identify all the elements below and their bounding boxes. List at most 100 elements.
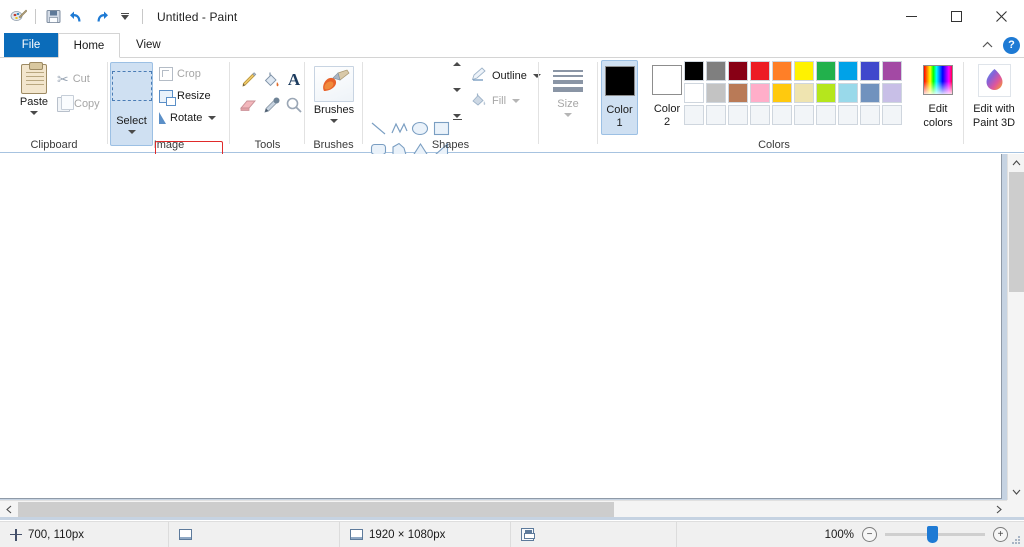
color-picker-tool-icon[interactable] — [259, 93, 283, 117]
palette-swatch-1-7[interactable] — [838, 83, 858, 103]
palette-swatch-1-4[interactable] — [772, 83, 792, 103]
palette-swatch-0-5[interactable] — [794, 61, 814, 81]
group-brushes: Brushes Brushes — [305, 58, 362, 153]
fill-button[interactable]: Fill — [469, 91, 522, 111]
vertical-scroll-thumb[interactable] — [1009, 172, 1024, 292]
palette-swatch-2-5[interactable] — [794, 105, 814, 125]
outline-button[interactable]: Outline — [469, 66, 543, 86]
palette-swatch-0-1[interactable] — [706, 61, 726, 81]
shape-rectangle[interactable] — [431, 118, 451, 138]
fill-with-color-tool-icon[interactable] — [259, 68, 283, 92]
palette-swatch-1-5[interactable] — [794, 83, 814, 103]
crop-button[interactable]: Crop — [157, 64, 203, 84]
close-button[interactable] — [979, 0, 1024, 33]
maximize-button[interactable] — [934, 0, 979, 33]
redo-icon[interactable] — [90, 6, 112, 28]
shapes-more-icon[interactable] — [452, 113, 462, 120]
rotate-button[interactable]: Rotate — [157, 108, 218, 128]
select-button[interactable]: Select — [110, 62, 153, 146]
brushes-button[interactable]: Brushes — [313, 66, 355, 123]
scroll-right-icon[interactable] — [990, 501, 1007, 518]
color-2-swatch[interactable] — [652, 65, 682, 95]
vertical-scrollbar[interactable] — [1007, 154, 1024, 500]
drawing-canvas[interactable] — [0, 154, 1002, 499]
palette-swatch-0-0[interactable] — [684, 61, 704, 81]
cursor-position-cell: 700, 110px — [0, 522, 168, 547]
color-1-button[interactable]: Color 1 — [601, 60, 638, 135]
palette-swatch-0-4[interactable] — [772, 61, 792, 81]
palette-swatch-1-9[interactable] — [882, 83, 902, 103]
palette-swatch-0-9[interactable] — [882, 61, 902, 81]
copy-icon — [57, 94, 74, 112]
resize-button[interactable]: Resize — [157, 86, 213, 106]
size-button[interactable]: Size — [547, 70, 589, 117]
outline-label: Outline — [492, 70, 527, 82]
color-1-swatch[interactable] — [604, 66, 635, 96]
zoom-slider[interactable] — [885, 526, 985, 543]
palette-swatch-2-6[interactable] — [816, 105, 836, 125]
palette-swatch-2-0[interactable] — [684, 105, 704, 125]
eraser-tool-icon[interactable] — [236, 93, 260, 117]
qat-separator-2 — [142, 9, 143, 24]
paste-dropdown-icon[interactable] — [30, 111, 38, 115]
rotate-dropdown-icon[interactable] — [208, 116, 217, 120]
pencil-tool-icon[interactable] — [236, 68, 260, 92]
palette-swatch-2-3[interactable] — [750, 105, 770, 125]
shapes-scroll-down-icon[interactable] — [453, 87, 461, 92]
help-icon[interactable]: ? — [1003, 36, 1020, 54]
shapes-scroll-up-icon[interactable] — [453, 62, 461, 66]
palette-swatch-1-8[interactable] — [860, 83, 880, 103]
size-dropdown-icon[interactable] — [564, 112, 572, 117]
edit-colors-button[interactable]: Edit colors — [913, 65, 963, 129]
tab-view[interactable]: View — [122, 33, 174, 58]
palette-swatch-2-9[interactable] — [882, 105, 902, 125]
palette-swatch-0-6[interactable] — [816, 61, 836, 81]
fill-dropdown-icon[interactable] — [512, 99, 521, 103]
horizontal-scroll-thumb[interactable] — [18, 502, 614, 517]
palette-swatch-1-2[interactable] — [728, 83, 748, 103]
copy-label: Copy — [74, 98, 100, 110]
zoom-in-button[interactable]: + — [993, 527, 1008, 542]
color-2-button[interactable]: Color 2 — [646, 65, 688, 128]
palette-swatch-2-7[interactable] — [838, 105, 858, 125]
palette-swatch-0-3[interactable] — [750, 61, 770, 81]
text-tool-icon[interactable]: A — [282, 68, 306, 92]
magnifier-tool-icon[interactable] — [282, 93, 306, 117]
shape-oval[interactable] — [410, 118, 430, 138]
brushes-dropdown-icon[interactable] — [330, 119, 338, 123]
palette-swatch-2-2[interactable] — [728, 105, 748, 125]
palette-swatch-0-8[interactable] — [860, 61, 880, 81]
palette-swatch-1-1[interactable] — [706, 83, 726, 103]
shape-curve[interactable] — [389, 118, 409, 138]
resize-grip[interactable] — [1012, 536, 1021, 545]
palette-swatch-0-7[interactable] — [838, 61, 858, 81]
scroll-left-icon[interactable] — [0, 501, 17, 518]
horizontal-scrollbar[interactable] — [0, 500, 1007, 517]
scroll-down-icon[interactable] — [1008, 483, 1024, 500]
palette-swatch-2-4[interactable] — [772, 105, 792, 125]
scroll-up-icon[interactable] — [1008, 154, 1024, 171]
shape-line[interactable] — [368, 118, 388, 138]
minimize-button[interactable] — [889, 0, 934, 33]
copy-button[interactable]: Copy — [55, 94, 102, 114]
palette-swatch-2-1[interactable] — [706, 105, 726, 125]
paint-app-icon[interactable] — [7, 6, 29, 28]
edit-with-paint3d-button[interactable]: Edit with Paint 3D — [970, 64, 1018, 129]
palette-swatch-1-0[interactable] — [684, 83, 704, 103]
palette-swatch-1-6[interactable] — [816, 83, 836, 103]
zoom-out-button[interactable]: − — [862, 527, 877, 542]
shapes-gallery-scroll[interactable] — [451, 60, 463, 122]
palette-swatch-2-8[interactable] — [860, 105, 880, 125]
undo-icon[interactable] — [66, 6, 88, 28]
collapse-ribbon-icon[interactable] — [977, 35, 997, 55]
paste-button[interactable]: Paste — [9, 62, 59, 115]
zoom-slider-thumb[interactable] — [927, 526, 938, 543]
customize-qat-icon[interactable] — [114, 6, 136, 28]
select-dropdown-icon[interactable] — [127, 130, 136, 134]
cut-button[interactable]: ✂ Cut — [55, 69, 92, 89]
save-icon[interactable] — [42, 6, 64, 28]
tab-home[interactable]: Home — [58, 33, 120, 58]
palette-swatch-1-3[interactable] — [750, 83, 770, 103]
tab-file[interactable]: File — [4, 33, 58, 58]
palette-swatch-0-2[interactable] — [728, 61, 748, 81]
